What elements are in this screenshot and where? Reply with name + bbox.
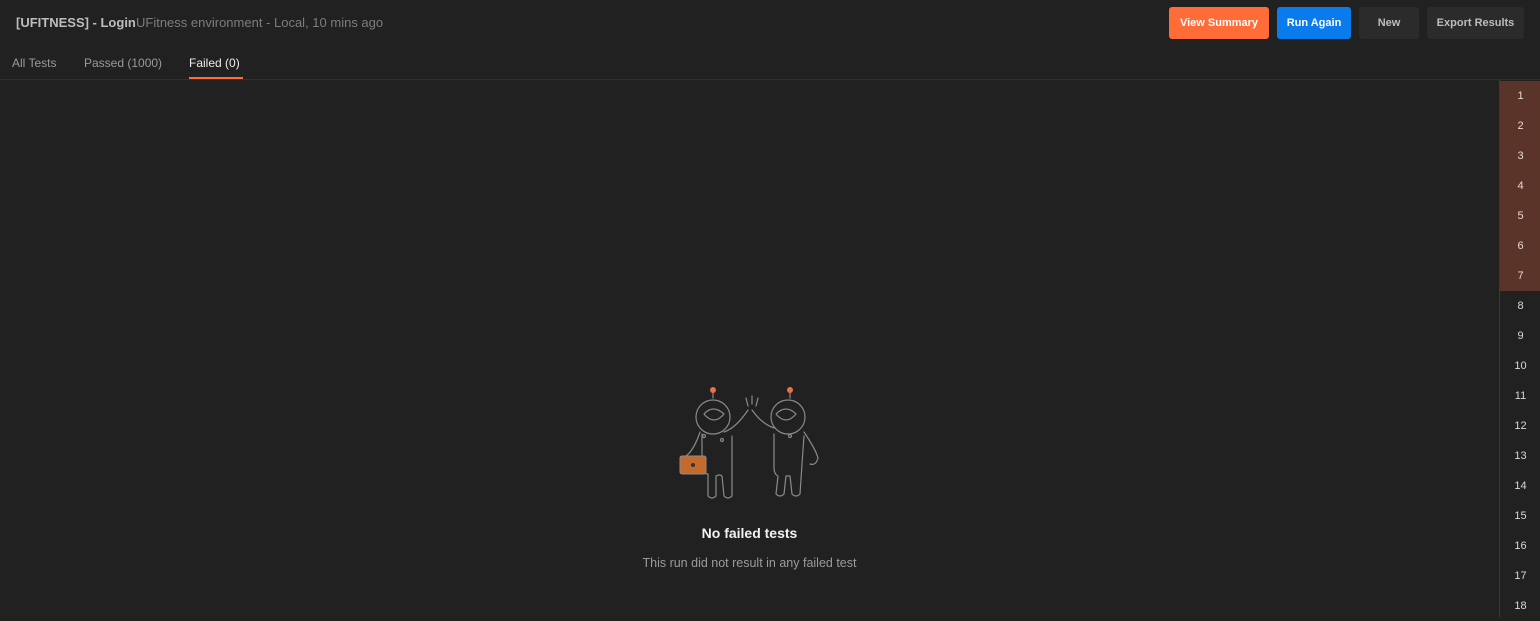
active-tab-indicator	[189, 77, 243, 79]
view-summary-button[interactable]: View Summary	[1169, 7, 1269, 39]
astronauts-high-five-icon	[679, 387, 819, 499]
iteration-item[interactable]: 11	[1500, 381, 1540, 411]
iteration-item[interactable]: 3	[1500, 141, 1540, 171]
iteration-list: 1 2 3 4 5 6 7 8 9 10 11 12 13 14 15 16 1…	[1499, 80, 1540, 617]
iteration-item[interactable]: 1	[1500, 81, 1540, 111]
tab-passed[interactable]: Passed (1000)	[84, 56, 162, 70]
iteration-item[interactable]: 16	[1500, 531, 1540, 561]
iteration-item[interactable]: 14	[1500, 471, 1540, 501]
results-area: No failed tests This run did not result …	[0, 80, 1499, 617]
iteration-item[interactable]: 10	[1500, 351, 1540, 381]
iteration-item[interactable]: 9	[1500, 321, 1540, 351]
result-tabs: All Tests Passed (1000) Failed (0)	[0, 46, 1540, 80]
run-info: UFitness environment - Local, 10 mins ag…	[136, 15, 384, 30]
collection-title: [UFITNESS] - Login	[16, 15, 136, 30]
empty-state-description: This run did not result in any failed te…	[642, 556, 857, 570]
iteration-item[interactable]: 6	[1500, 231, 1540, 261]
tab-all-tests[interactable]: All Tests	[12, 56, 56, 70]
run-header: [UFITNESS] - Login UFitness environment …	[0, 0, 1540, 46]
iteration-item[interactable]: 8	[1500, 291, 1540, 321]
iteration-item[interactable]: 17	[1500, 561, 1540, 591]
iteration-item[interactable]: 7	[1500, 261, 1540, 291]
iteration-item[interactable]: 4	[1500, 171, 1540, 201]
new-button[interactable]: New	[1359, 7, 1419, 39]
tab-failed[interactable]: Failed (0)	[189, 56, 240, 70]
iteration-item[interactable]: 13	[1500, 441, 1540, 471]
run-again-button[interactable]: Run Again	[1277, 7, 1351, 39]
empty-state-title: No failed tests	[701, 525, 798, 541]
iteration-item[interactable]: 5	[1500, 201, 1540, 231]
export-results-button[interactable]: Export Results	[1427, 7, 1524, 39]
iteration-item[interactable]: 2	[1500, 111, 1540, 141]
iteration-item[interactable]: 12	[1500, 411, 1540, 441]
iteration-item[interactable]: 15	[1500, 501, 1540, 531]
